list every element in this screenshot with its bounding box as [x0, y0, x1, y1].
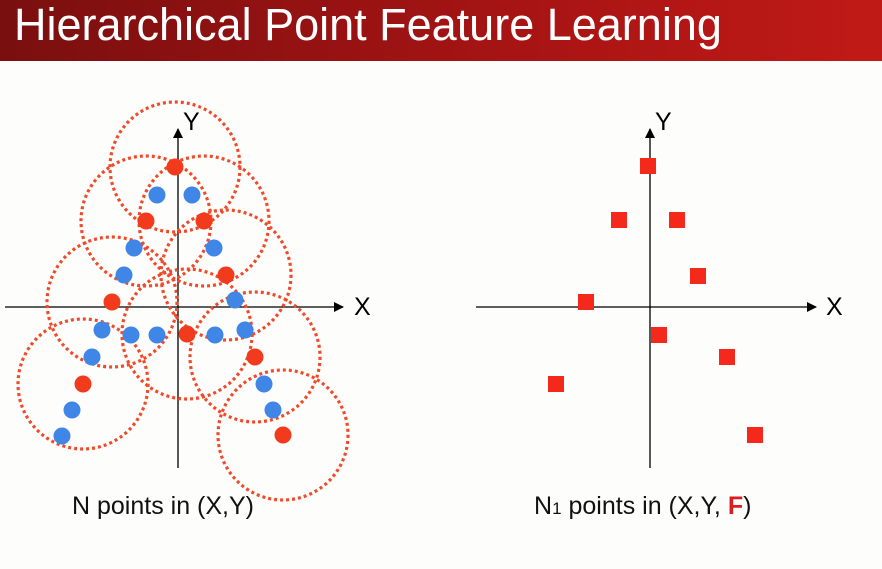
input-point: [125, 239, 143, 257]
input-point: [148, 326, 166, 344]
caption-subscript: 1: [552, 499, 562, 518]
input-point: [264, 401, 282, 419]
diagram-canvas: X Y X Y: [5, 100, 843, 502]
caption-feature: F: [727, 492, 744, 520]
sampled-centroid: [137, 212, 155, 230]
input-point: [255, 375, 273, 393]
input-point: [148, 186, 166, 204]
feature-point: [651, 327, 667, 343]
caption-mid: points in (X,Y,: [561, 492, 728, 520]
left-caption: N points in (X,Y): [72, 492, 255, 520]
input-point: [226, 291, 244, 309]
feature-point: [690, 268, 706, 284]
sampled-centroid: [166, 158, 184, 176]
left-y-label: Y: [183, 108, 200, 136]
feature-point: [747, 427, 763, 443]
sampled-centroid: [103, 293, 121, 311]
sampled-centroid: [74, 375, 92, 393]
input-point: [236, 321, 254, 339]
sampled-centroid: [274, 426, 292, 444]
input-point: [206, 326, 224, 344]
caption-suffix: ): [743, 492, 752, 520]
input-point: [115, 266, 133, 284]
feature-point: [640, 158, 656, 174]
sampled-centroid: [246, 348, 264, 366]
left-x-label: X: [354, 293, 371, 321]
right-plot: X Y: [476, 108, 843, 468]
feature-point: [548, 376, 564, 392]
feature-point: [669, 212, 685, 228]
left-plot: X Y: [5, 100, 371, 502]
sampled-centroid: [178, 325, 196, 343]
right-caption: N1 points in (X,Y, F): [534, 492, 751, 521]
right-x-label: X: [826, 293, 843, 321]
input-point: [183, 186, 201, 204]
sampled-centroid: [195, 212, 213, 230]
input-point: [83, 348, 101, 366]
sampled-centroid: [217, 266, 235, 284]
feature-point: [578, 294, 594, 310]
input-point: [93, 321, 111, 339]
input-point: [63, 401, 81, 419]
feature-point: [611, 212, 627, 228]
input-point: [53, 427, 71, 445]
right-y-label: Y: [655, 108, 672, 136]
input-point: [122, 326, 140, 344]
caption-n: N: [534, 492, 553, 520]
feature-point: [719, 349, 735, 365]
input-point: [205, 239, 223, 257]
